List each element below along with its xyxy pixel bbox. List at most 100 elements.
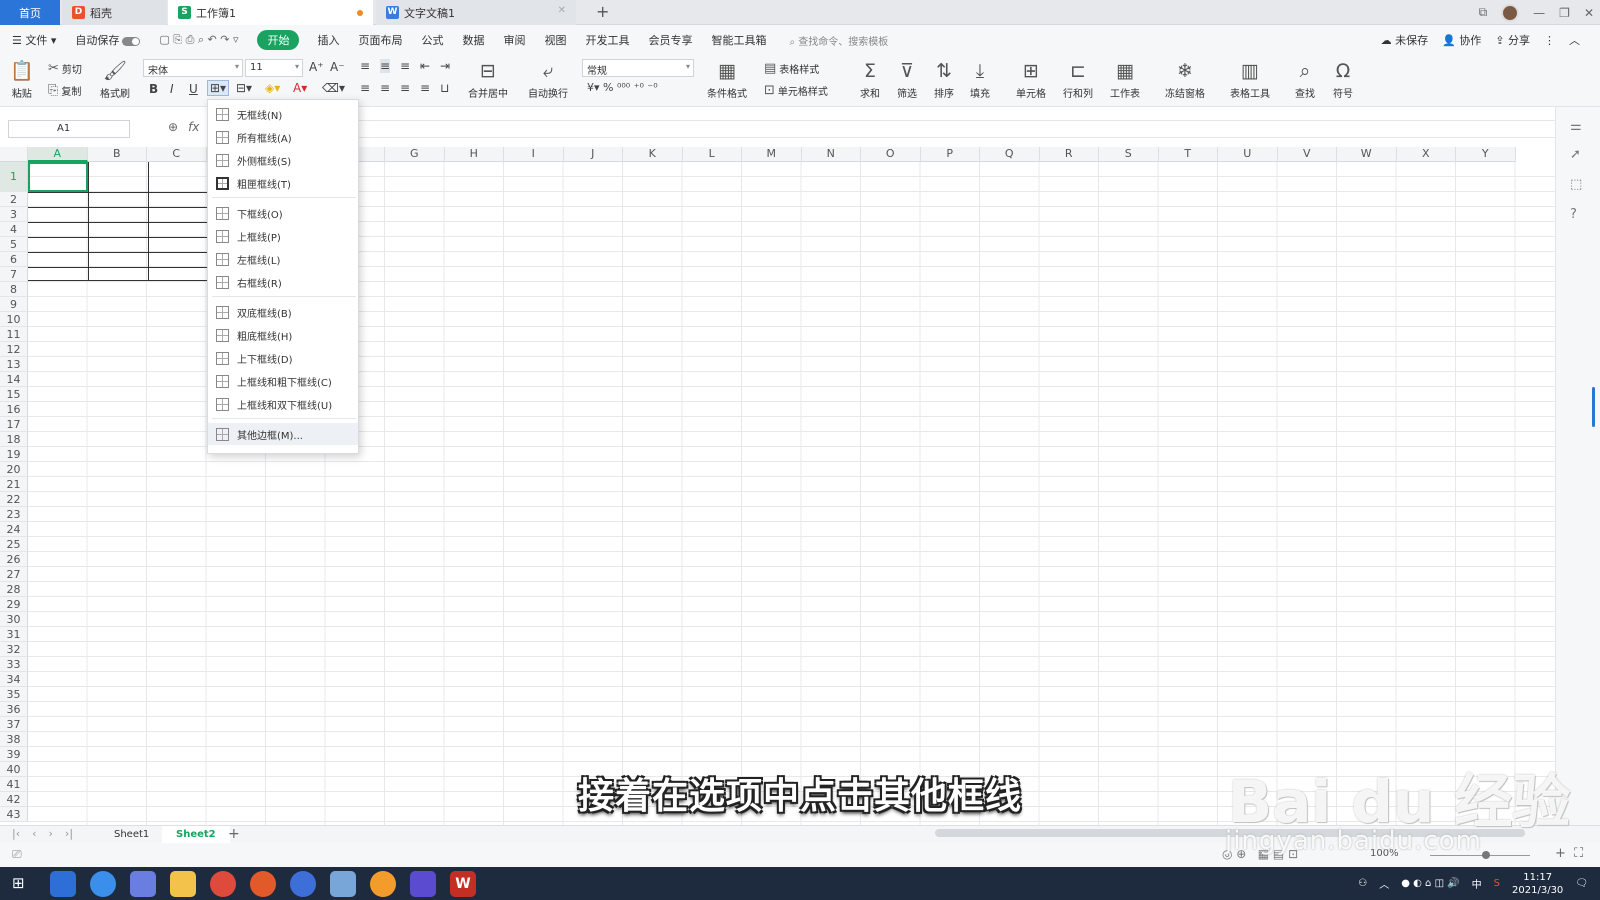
quick-access-icons[interactable]: ▢ ⎘ ⎙ ⌕ ↶ ↷ ▿ — [159, 33, 238, 47]
zoom-knob[interactable] — [1482, 851, 1490, 859]
collapse-ribbon-icon[interactable]: ︿ — [1569, 32, 1580, 48]
find-button[interactable]: ⌕ 查找 — [1295, 59, 1315, 100]
row-header[interactable]: 39 — [0, 747, 28, 762]
row-header[interactable]: 6 — [0, 252, 28, 267]
clear-icon[interactable]: ⌫▾ — [322, 81, 345, 95]
font-shrink-icon[interactable]: A⁻ — [330, 60, 345, 74]
more-icon[interactable]: ⋮ — [1544, 34, 1555, 47]
align-middle-icon[interactable]: ≡ — [380, 59, 391, 73]
row-header[interactable]: 1 — [0, 162, 28, 192]
tab-workbook[interactable]: S 工作簿1 — [168, 0, 373, 25]
number-format-select[interactable]: 常规 — [582, 59, 694, 77]
row-header[interactable]: 37 — [0, 717, 28, 732]
bold-icon[interactable]: B — [149, 82, 158, 96]
row-header[interactable]: 27 — [0, 567, 28, 582]
menu-item-top-thick-bottom-border[interactable]: 上框线和粗下框线(C) — [208, 370, 358, 392]
row-header[interactable]: 2 — [0, 192, 28, 207]
column-header[interactable]: S — [1099, 147, 1159, 162]
row-header[interactable]: 17 — [0, 417, 28, 432]
column-header[interactable]: V — [1277, 147, 1337, 162]
font-name-select[interactable]: 宋体 — [143, 59, 243, 77]
row-header[interactable]: 7 — [0, 267, 28, 282]
tab-review[interactable]: 审阅 — [503, 32, 525, 48]
column-header[interactable]: P — [920, 147, 980, 162]
row-header[interactable]: 3 — [0, 207, 28, 222]
column-header[interactable]: Q — [980, 147, 1040, 162]
macro-icon[interactable]: ⎚ — [12, 847, 22, 862]
add-sheet-icon[interactable]: + — [214, 826, 254, 843]
menu-item-bottom-border[interactable]: 下框线(O) — [208, 202, 358, 224]
tab-formulas[interactable]: 公式 — [421, 32, 443, 48]
sum-button[interactable]: Σ 求和 — [860, 59, 880, 100]
row-header[interactable]: 18 — [0, 432, 28, 447]
cell-style-icon[interactable]: ⊟▾ — [236, 81, 252, 95]
distribute-icon[interactable]: ⊔ — [440, 81, 449, 95]
menu-item-left-border[interactable]: 左框线(L) — [208, 248, 358, 270]
fx-icon[interactable]: fx — [188, 120, 199, 134]
align-center-icon[interactable]: ≡ — [380, 81, 390, 95]
multi-window-icon[interactable]: ⧉ — [1479, 5, 1488, 20]
app-icon[interactable] — [330, 871, 356, 897]
app-icon[interactable] — [50, 871, 76, 897]
menu-item-no-border[interactable]: 无框线(N) — [208, 103, 358, 125]
app-icon[interactable] — [410, 871, 436, 897]
row-header[interactable]: 21 — [0, 477, 28, 492]
underline-icon[interactable]: U — [189, 82, 198, 96]
unsaved-button[interactable]: ☁ 未保存 — [1381, 32, 1429, 48]
column-header[interactable]: R — [1039, 147, 1099, 162]
app-icon[interactable] — [370, 871, 396, 897]
app-tray-icon[interactable]: S — [1494, 878, 1500, 889]
indent-increase-icon[interactable]: ⇥ — [440, 59, 450, 73]
file-menu[interactable]: ☰ 文件 ▾ — [12, 32, 56, 48]
column-header[interactable]: H — [444, 147, 504, 162]
zoom-in-icon[interactable]: + ⛶ — [1555, 846, 1583, 861]
close-window-icon[interactable]: ✕ — [1584, 6, 1594, 20]
row-header[interactable]: 23 — [0, 507, 28, 522]
pointer-icon[interactable]: ➚ — [1570, 147, 1581, 162]
row-header[interactable]: 12 — [0, 342, 28, 357]
table-style-button[interactable]: ▤ 表格样式 — [764, 61, 819, 76]
row-header[interactable]: 24 — [0, 522, 28, 537]
menu-item-top-double-bottom-border[interactable]: 上框线和双下框线(U) — [208, 393, 358, 415]
select-all-corner[interactable] — [0, 147, 28, 162]
row-header[interactable]: 14 — [0, 372, 28, 387]
autosave-toggle[interactable]: 自动保存 — [75, 32, 141, 48]
collab-button[interactable]: 👤 协作 — [1442, 32, 1481, 48]
app-icon[interactable] — [90, 871, 116, 897]
people-icon[interactable]: ⚇ — [1358, 878, 1367, 889]
sheet-nav-arrows[interactable]: |‹ ‹ › ›| — [12, 827, 73, 840]
browser-icon[interactable] — [250, 871, 276, 897]
adjust-icon[interactable]: ⚌ — [1570, 119, 1582, 134]
column-header[interactable]: U — [1218, 147, 1278, 162]
menu-item-thick-box-border[interactable]: 粗匣框线(T) — [208, 172, 358, 194]
menu-item-outside-borders[interactable]: 外侧框线(S) — [208, 149, 358, 171]
app-icon[interactable] — [290, 871, 316, 897]
row-header[interactable]: 38 — [0, 732, 28, 747]
font-color-icon[interactable]: A▾ — [293, 81, 307, 95]
align-right-icon[interactable]: ≡ — [400, 81, 410, 95]
row-header[interactable]: 26 — [0, 552, 28, 567]
column-header[interactable]: J — [563, 147, 623, 162]
font-grow-icon[interactable]: A⁺ — [309, 60, 324, 74]
column-header[interactable]: O — [861, 147, 921, 162]
name-box[interactable]: A1 — [8, 120, 130, 138]
conditional-format-button[interactable]: ▦ 条件格式 — [707, 59, 747, 100]
column-header[interactable]: T — [1158, 147, 1218, 162]
format-painter-button[interactable]: 🖌 格式刷 — [100, 59, 130, 100]
tab-daoke[interactable]: D 稻壳 — [62, 0, 167, 25]
row-header[interactable]: 28 — [0, 582, 28, 597]
align-left-icon[interactable]: ≡ — [360, 81, 370, 95]
row-header[interactable]: 36 — [0, 702, 28, 717]
folder-icon[interactable] — [170, 871, 196, 897]
command-search[interactable]: ⌕ 查找命令、搜索模板 — [789, 33, 888, 48]
border-icon[interactable]: ⊞▾ — [207, 80, 230, 96]
row-header[interactable]: 31 — [0, 627, 28, 642]
share-button[interactable]: ⇪ 分享 — [1495, 32, 1530, 48]
row-header[interactable]: 22 — [0, 492, 28, 507]
symbol-button[interactable]: Ω 符号 — [1333, 59, 1353, 100]
row-header[interactable]: 8 — [0, 282, 28, 297]
scroll-indicator[interactable] — [1592, 387, 1595, 427]
close-icon[interactable]: ✕ — [558, 5, 566, 16]
column-header[interactable]: Y — [1456, 147, 1516, 162]
row-header[interactable]: 10 — [0, 312, 28, 327]
